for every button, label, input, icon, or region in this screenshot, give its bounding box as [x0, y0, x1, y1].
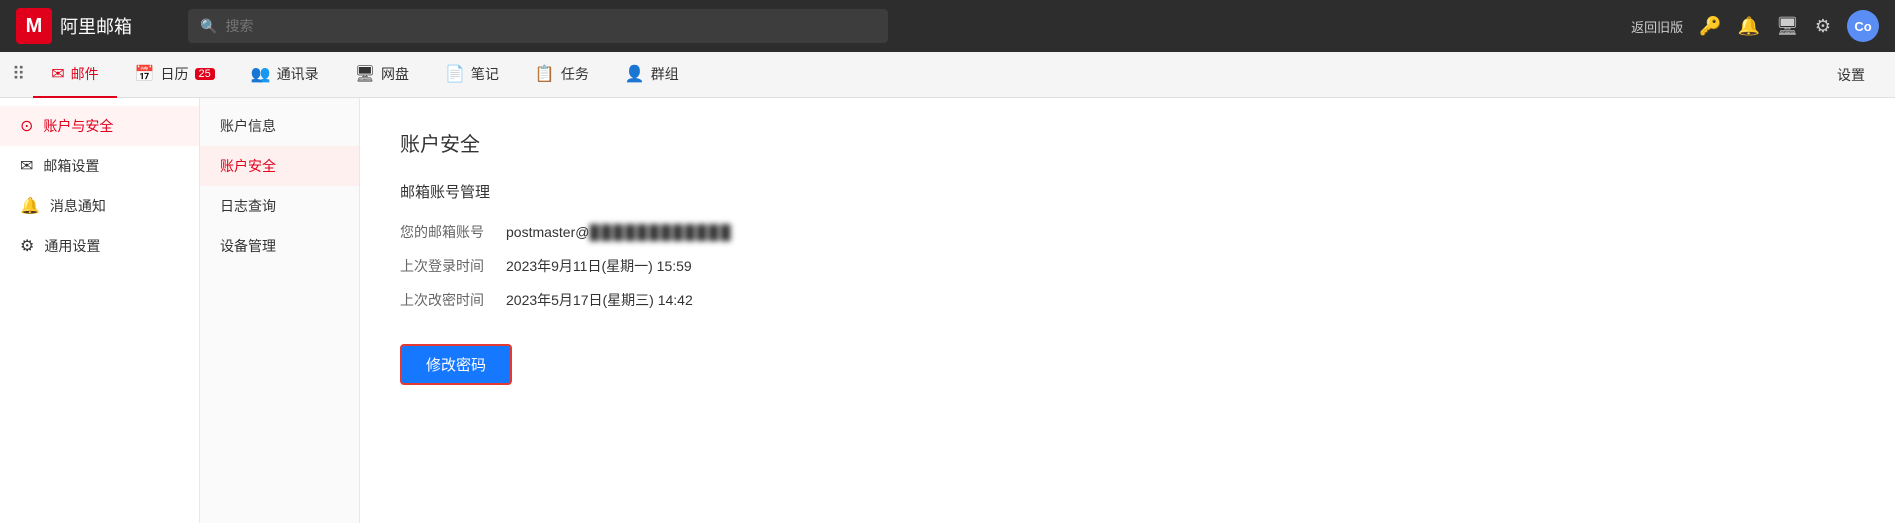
mailbox-settings-icon: ✉	[20, 156, 33, 176]
general-settings-icon: ⚙	[20, 236, 34, 256]
logo-area: M 阿里邮箱	[16, 8, 176, 44]
sub-sidebar-account-security[interactable]: 账户安全	[200, 146, 359, 186]
last-login-label: 上次登录时间	[400, 256, 490, 276]
nav-item-mail-label: 邮件	[71, 64, 99, 84]
sidebar: ⊙ 账户与安全 ✉ 邮箱设置 🔔 消息通知 ⚙ 通用设置	[0, 98, 200, 523]
nav-item-groups[interactable]: 👤 群组	[607, 52, 697, 98]
sidebar-item-account-security[interactable]: ⊙ 账户与安全	[0, 106, 199, 146]
nav-item-tasks[interactable]: 📋 任务	[517, 52, 607, 98]
last-pwd-row: 上次改密时间 2023年5月17日(星期三) 14:42	[400, 290, 1855, 310]
mail-nav-icon: ✉	[51, 64, 64, 84]
avatar[interactable]: Co	[1847, 10, 1879, 42]
tasks-nav-icon: 📋	[535, 64, 555, 84]
nav-item-tasks-label: 任务	[561, 64, 589, 84]
nav-item-notes[interactable]: 📄 笔记	[427, 52, 517, 98]
calendar-badge: 25	[195, 68, 215, 80]
sidebar-item-mailbox-settings[interactable]: ✉ 邮箱设置	[0, 146, 199, 186]
key-icon[interactable]: 🔑	[1699, 16, 1721, 37]
settings-icon[interactable]: ⚙	[1815, 16, 1831, 37]
nav-item-drive[interactable]: 🖥 网盘	[337, 52, 427, 98]
nav-item-contacts[interactable]: 👥 通讯录	[233, 52, 337, 98]
bell-icon[interactable]: 🔔	[1738, 16, 1760, 37]
change-password-button[interactable]: 修改密码	[400, 344, 512, 385]
sidebar-item-general-settings[interactable]: ⚙ 通用设置	[0, 226, 199, 266]
drive-nav-icon: 🖥	[355, 64, 375, 84]
nav-item-groups-label: 群组	[651, 64, 679, 84]
sidebar-item-notifications[interactable]: 🔔 消息通知	[0, 186, 199, 226]
last-pwd-label: 上次改密时间	[400, 290, 490, 310]
main-layout: ⊙ 账户与安全 ✉ 邮箱设置 🔔 消息通知 ⚙ 通用设置 账户信息 账户安全 日…	[0, 98, 1895, 523]
sub-sidebar: 账户信息 账户安全 日志查询 设备管理	[200, 98, 360, 523]
sub-sidebar-device-management[interactable]: 设备管理	[200, 226, 359, 266]
nav-item-mail[interactable]: ✉ 邮件	[33, 52, 116, 98]
sub-sidebar-log-query[interactable]: 日志查询	[200, 186, 359, 226]
section-title: 邮箱账号管理	[400, 181, 1855, 202]
nav-item-calendar-label: 日历	[161, 64, 189, 84]
logo-text: 阿里邮箱	[60, 13, 132, 39]
email-label: 您的邮箱账号	[400, 222, 490, 242]
header: M 阿里邮箱 🔍 返回旧版 🔑 🔔 🖥 ⚙ Co	[0, 0, 1895, 52]
content-area: 账户安全 邮箱账号管理 您的邮箱账号 postmaster@██████████…	[360, 98, 1895, 523]
search-bar[interactable]: 🔍	[188, 9, 888, 43]
search-input[interactable]	[225, 18, 876, 34]
calendar-nav-icon: 📅	[135, 64, 155, 84]
last-login-row: 上次登录时间 2023年9月11日(星期一) 15:59	[400, 256, 1855, 276]
navbar: ⠿ ✉ 邮件 📅 日历 25 👥 通讯录 🖥 网盘 📄 笔记 📋 任务 👤 群组…	[0, 52, 1895, 98]
account-security-icon: ⊙	[20, 116, 33, 136]
nav-item-contacts-label: 通讯录	[277, 64, 319, 84]
email-masked: ████████████	[589, 224, 732, 240]
notifications-icon: 🔔	[20, 196, 40, 216]
contacts-nav-icon: 👥	[251, 64, 271, 84]
return-old-btn[interactable]: 返回旧版	[1631, 17, 1683, 36]
content-title: 账户安全	[400, 128, 1855, 157]
notes-nav-icon: 📄	[445, 64, 465, 84]
grid-icon[interactable]: ⠿	[12, 64, 25, 85]
last-login-value: 2023年9月11日(星期一) 15:59	[506, 256, 692, 276]
nav-settings[interactable]: 设置	[1819, 52, 1883, 98]
nav-item-drive-label: 网盘	[381, 64, 409, 84]
nav-item-calendar[interactable]: 📅 日历 25	[117, 52, 233, 98]
last-pwd-value: 2023年5月17日(星期三) 14:42	[506, 290, 693, 310]
nav-item-notes-label: 笔记	[471, 64, 499, 84]
logo-icon: M	[16, 8, 52, 44]
groups-nav-icon: 👤	[625, 64, 645, 84]
screen-icon[interactable]: 🖥	[1776, 16, 1799, 37]
email-value: postmaster@████████████	[506, 224, 733, 240]
email-row: 您的邮箱账号 postmaster@████████████	[400, 222, 1855, 242]
search-icon: 🔍	[200, 18, 217, 35]
sub-sidebar-account-info[interactable]: 账户信息	[200, 106, 359, 146]
header-right: 返回旧版 🔑 🔔 🖥 ⚙ Co	[1631, 10, 1879, 42]
